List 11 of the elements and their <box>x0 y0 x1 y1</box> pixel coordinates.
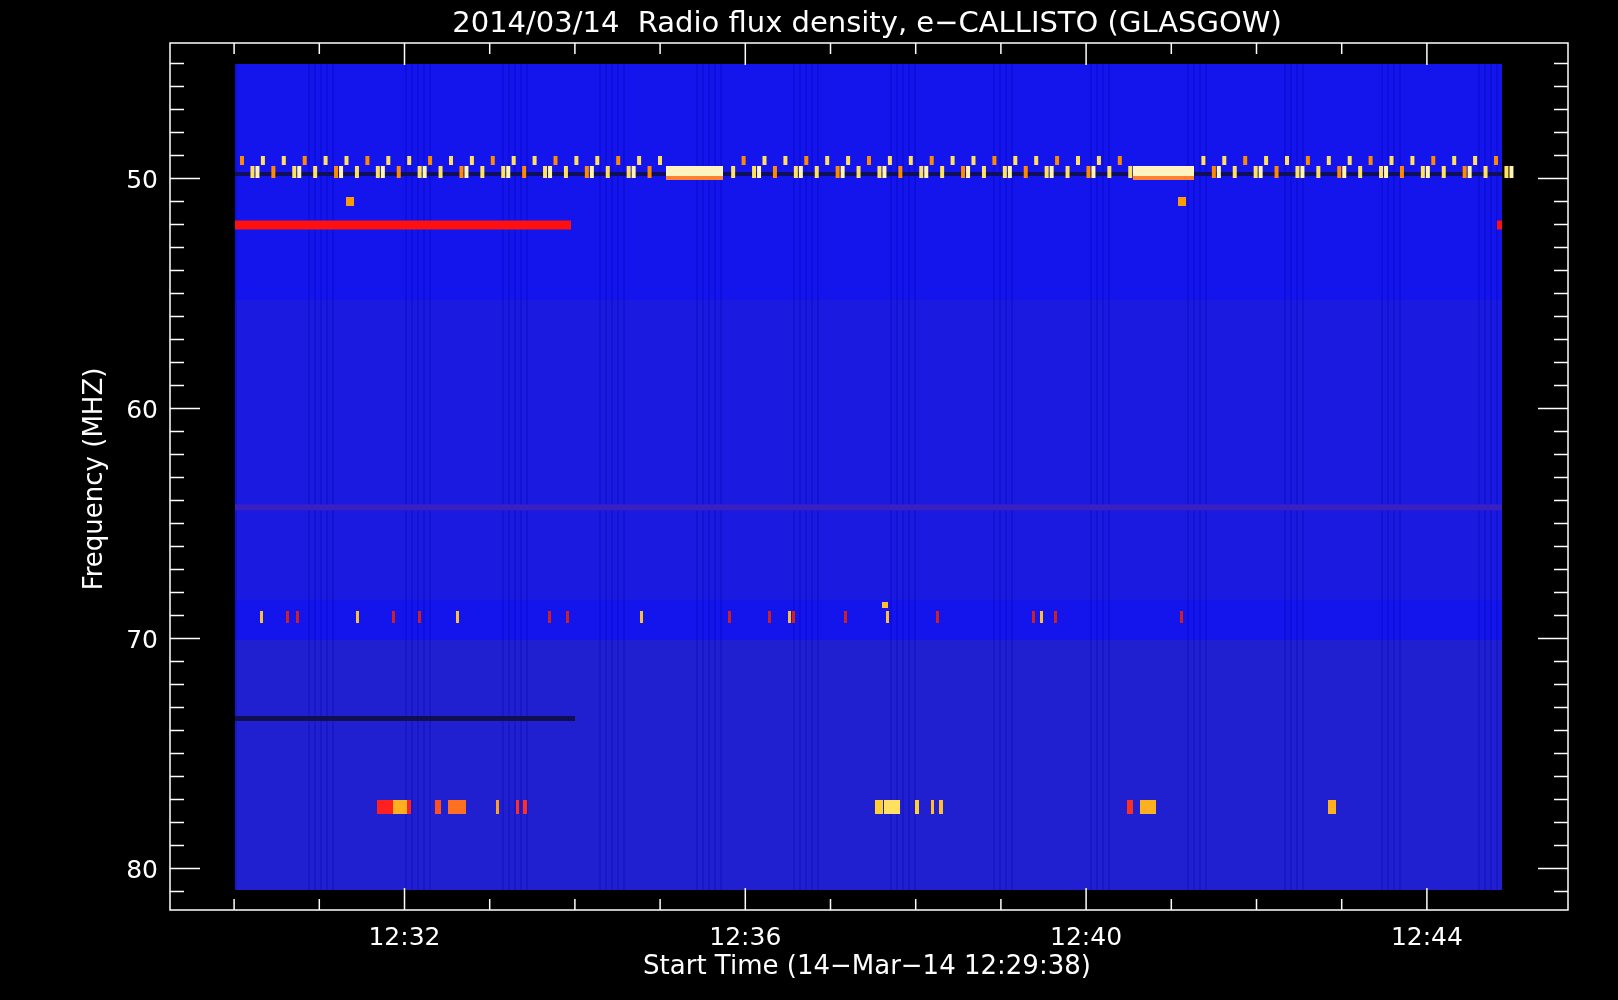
tick-label: 12:32 <box>368 922 441 951</box>
tick-label: 12:40 <box>1050 922 1123 951</box>
tick-label: 12:44 <box>1390 922 1463 951</box>
tick-label: 60 <box>126 394 158 424</box>
axis-label: Start Time (14−Mar−14 12:29:38) <box>643 950 1091 980</box>
chart-title: 2014/03/14 Radio flux density, e−CALLISTO (GLASGOW) <box>452 5 1282 39</box>
tick-label: 70 <box>126 624 158 654</box>
tick-label: 12:36 <box>709 922 782 951</box>
tick-label: 50 <box>126 164 158 194</box>
axis-label: Frequency (MHZ) <box>78 367 108 591</box>
tick-label: 80 <box>126 854 158 884</box>
